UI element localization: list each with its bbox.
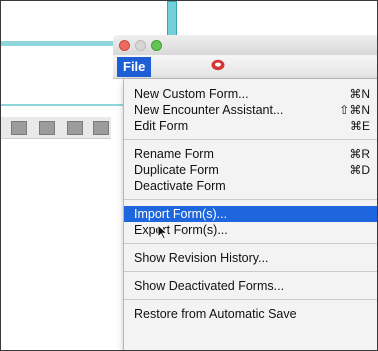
menu-item-label: Duplicate Form <box>134 163 219 177</box>
background-toolbar <box>1 117 111 139</box>
toolbar-button-icon[interactable] <box>39 121 55 135</box>
menu-item[interactable]: New Encounter Assistant... ⇧⌘N <box>124 102 377 118</box>
menu-item-label: Show Revision History... <box>134 251 269 265</box>
menu-item-label: Export Form(s)... <box>134 223 228 237</box>
screenshot-frame: File New Custom Form... ⌘N New Encounter A… <box>0 0 378 351</box>
menu-separator <box>124 199 377 200</box>
minimize-window-icon[interactable] <box>135 40 146 51</box>
menu-item[interactable]: New Custom Form... ⌘N <box>124 86 377 102</box>
toolbar-button-icon[interactable] <box>93 121 109 135</box>
pointer-cursor-icon <box>157 224 169 240</box>
menu-item[interactable]: Import Form(s)... <box>124 206 377 222</box>
close-window-icon[interactable] <box>119 40 130 51</box>
menu-item-label: Deactivate Form <box>134 179 226 193</box>
menu-item-label: Import Form(s)... <box>134 207 228 221</box>
maximize-window-icon[interactable] <box>151 40 162 51</box>
file-dropdown-menu: New Custom Form... ⌘N New Encounter Assist… <box>123 79 377 350</box>
menu-separator <box>124 299 377 300</box>
menu-item-label: Show Deactivated Forms... <box>134 279 285 293</box>
menu-item[interactable]: Deactivate Form <box>124 178 377 194</box>
menu-item[interactable]: Duplicate Form ⌘D <box>124 162 377 178</box>
menu-separator <box>124 243 377 244</box>
record-icon[interactable] <box>209 58 227 76</box>
menu-item-shortcut: ⌘D <box>349 163 370 177</box>
file-menu-title[interactable]: File <box>117 57 152 77</box>
menu-item-shortcut: ⌘N <box>349 87 370 101</box>
menu-separator <box>124 139 377 140</box>
menu-item-shortcut: ⌘E <box>349 119 370 133</box>
menu-item-label: Edit Form <box>134 119 189 133</box>
menu-item-label: New Custom Form... <box>134 87 249 101</box>
menu-item-label: Rename Form <box>134 147 214 161</box>
menu-item[interactable]: Show Revision History... <box>124 250 377 266</box>
toolbar-button-icon[interactable] <box>11 121 27 135</box>
menu-item-shortcut: ⇧⌘N <box>339 103 370 117</box>
menu-item-label: Restore from Automatic Save <box>134 307 297 321</box>
menu-item[interactable]: Edit Form ⌘E <box>124 118 377 134</box>
menu-item-label: New Encounter Assistant... <box>134 103 284 117</box>
menu-item[interactable]: Restore from Automatic Save <box>124 306 377 322</box>
menu-separator <box>124 271 377 272</box>
menu-bar: File <box>113 55 377 79</box>
menu-item-shortcut: ⌘R <box>349 147 370 161</box>
window-titlebar <box>113 35 377 55</box>
menu-item[interactable]: Show Deactivated Forms... <box>124 278 377 294</box>
toolbar-button-icon[interactable] <box>67 121 83 135</box>
menu-item[interactable]: Rename Form ⌘R <box>124 146 377 162</box>
